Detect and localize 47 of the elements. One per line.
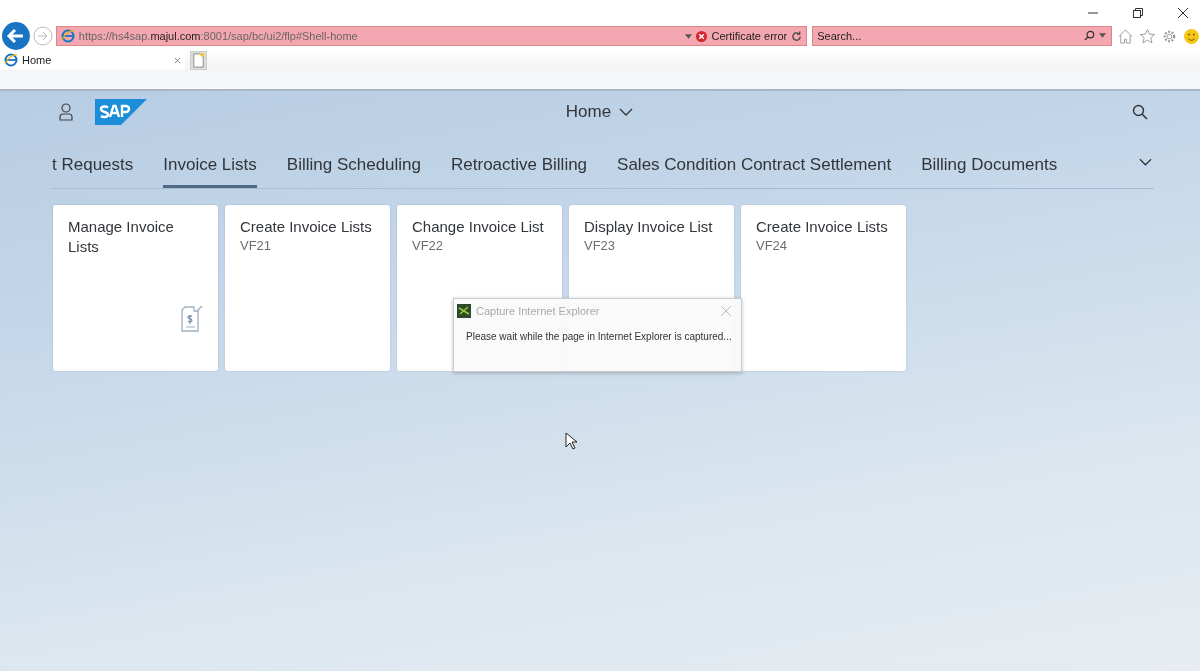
globe-logo-icon	[60, 29, 75, 43]
search-field[interactable]: Search...	[812, 26, 1113, 46]
group-tab[interactable]: Invoice Lists	[163, 155, 257, 188]
tile-subtitle: VF24	[756, 238, 789, 253]
chevron-down-icon	[619, 108, 634, 116]
search-icon[interactable]	[1132, 104, 1148, 120]
tile-title: Create Invoice Lists	[756, 217, 889, 237]
mouse-cursor-icon	[565, 432, 577, 450]
tile-subtitle: VF22	[412, 238, 445, 253]
tile-title: Change Invoice List	[412, 217, 545, 237]
dropdown-icon[interactable]	[685, 33, 693, 39]
tile-subtitle: VF23	[584, 238, 617, 253]
user-icon[interactable]	[59, 103, 73, 121]
tile-title: Create Invoice Lists	[240, 217, 373, 237]
url-text: https://hs4sap.majul.com:8001/sap/bc/ui2/flp#Shell-home	[78, 30, 358, 42]
group-tab[interactable]: t Requests	[52, 155, 134, 188]
browser-tab[interactable]: Home	[0, 50, 185, 70]
tab-title: Home	[22, 54, 52, 66]
logo-icon[interactable]	[95, 99, 147, 125]
app-tile[interactable]: Create Invoice Lists VF21	[225, 205, 390, 371]
shield-error-icon	[696, 30, 708, 42]
home-icon[interactable]	[1117, 27, 1135, 45]
address-bar[interactable]: https://hs4sap.majul.com:8001/sap/bc/ui2/flp#Shell-home Certificate error	[55, 26, 808, 46]
app-tile[interactable]: Manage Invoice Lists	[53, 205, 218, 371]
star-icon[interactable]	[1139, 27, 1157, 45]
search-icon[interactable]	[1084, 30, 1096, 41]
home-menu-button[interactable]: Home	[565, 102, 634, 122]
globe-logo-icon	[4, 53, 18, 67]
certificate-error-text[interactable]: Certificate error	[711, 30, 788, 42]
close-icon[interactable]	[1177, 6, 1189, 19]
back-icon[interactable]	[2, 22, 30, 50]
group-tab[interactable]: Billing Scheduling	[286, 155, 421, 188]
group-tab[interactable]: Sales Condition Contract Settlement	[617, 155, 892, 188]
chevron-down-icon[interactable]	[1139, 158, 1152, 166]
tile-subtitle: VF21	[240, 238, 273, 253]
group-tab[interactable]: Retroactive Billing	[451, 155, 588, 188]
app-icon	[457, 304, 471, 318]
smiley-icon[interactable]	[1183, 27, 1200, 45]
group-tab[interactable]: Billing Documents	[921, 155, 1058, 188]
dropdown-icon[interactable]	[1099, 33, 1107, 38]
tile-title: Manage Invoice Lists	[68, 217, 175, 257]
app-tile[interactable]: Create Invoice Lists VF24	[741, 205, 906, 371]
new-tab-icon[interactable]	[190, 50, 207, 70]
restore-icon[interactable]	[1132, 6, 1144, 19]
invoice-document-icon	[180, 305, 204, 333]
tile-title: Display Invoice List	[584, 217, 714, 237]
refresh-icon[interactable]	[791, 30, 803, 42]
